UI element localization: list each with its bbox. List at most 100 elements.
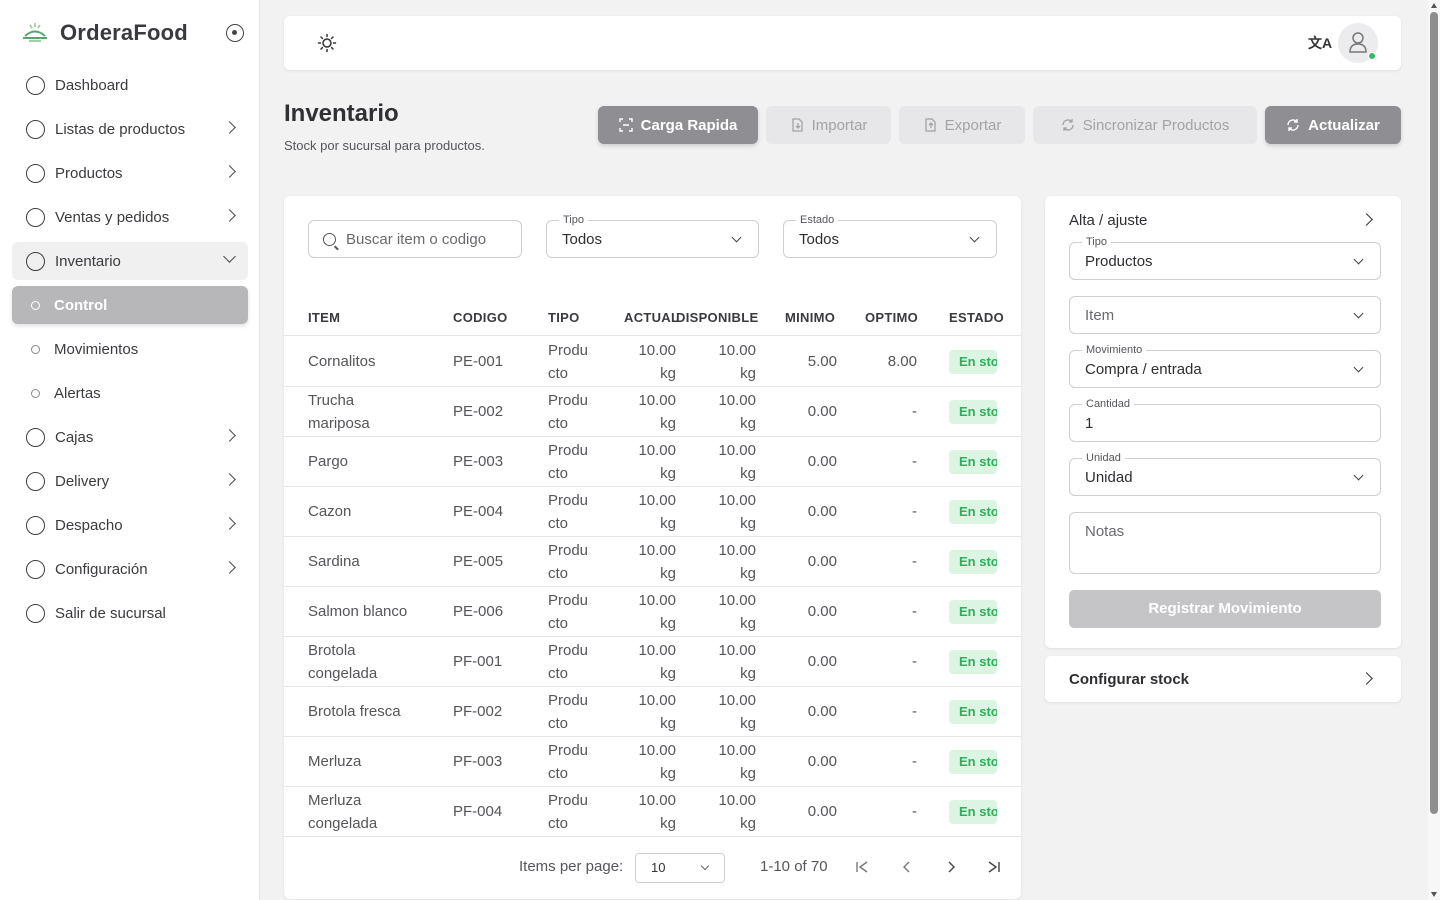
form-tipo-select[interactable]: Tipo Productos bbox=[1069, 236, 1381, 280]
table-row[interactable]: Brotola congelada PF-001 Produ cto 10.00 kg 10.… bbox=[284, 637, 1021, 687]
cell-disponible: 10.00 kg bbox=[704, 689, 756, 735]
sidebar-item-despacho[interactable]: Despacho bbox=[12, 506, 248, 544]
sidebar-item-label: Movimientos bbox=[54, 340, 139, 358]
configurar-stock-title[interactable]: Configurar stock bbox=[1069, 671, 1189, 688]
search-input[interactable]: Buscar item o codigo bbox=[308, 220, 522, 258]
cell-item: Salmon blanco bbox=[308, 600, 438, 623]
cell-tipo: Produ cto bbox=[548, 789, 598, 835]
sidebar-nav: Dashboard Listas de productos Productos Ven… bbox=[12, 66, 248, 638]
table-row[interactable]: Brotola fresca PF-002 Produ cto 10.00 kg 10.00… bbox=[284, 687, 1021, 737]
sidebar-item-movimientos[interactable]: Movimientos bbox=[12, 330, 248, 368]
registrar-movimiento-button[interactable]: Registrar Movimiento bbox=[1069, 590, 1381, 628]
sincronizar-label: Sincronizar Productos bbox=[1082, 116, 1230, 134]
cell-optimo: - bbox=[912, 603, 917, 620]
cell-line: cto bbox=[548, 415, 569, 432]
sync-icon bbox=[1061, 119, 1074, 131]
cell-actual: 10.00 kg bbox=[624, 339, 676, 385]
cell-minimo: 0.00 bbox=[807, 803, 837, 820]
cell-tipo: Produ cto bbox=[548, 689, 598, 735]
col-actual[interactable]: ACTUAL bbox=[624, 310, 679, 325]
brand[interactable]: OrderaFood bbox=[20, 18, 188, 48]
page-scrollbar[interactable] bbox=[1428, 0, 1440, 900]
table-row[interactable]: Cazon PE-004 Produ cto 10.00 kg 10.00 kg 0.00 - En… bbox=[284, 487, 1021, 537]
last-page-icon[interactable] bbox=[985, 858, 1003, 876]
cell-line: Produ bbox=[548, 342, 589, 359]
next-page-icon[interactable] bbox=[942, 858, 960, 876]
scroll-up-icon[interactable] bbox=[1431, 3, 1437, 8]
search-icon bbox=[323, 232, 336, 246]
col-codigo[interactable]: CODIGO bbox=[453, 310, 508, 325]
cell-line: 10.00 bbox=[718, 492, 756, 509]
cell-actual: 10.00 kg bbox=[624, 489, 676, 535]
actualizar-button[interactable]: Actualizar bbox=[1265, 106, 1401, 144]
scrollbar-thumb[interactable] bbox=[1430, 12, 1438, 814]
sidebar-item-alertas[interactable]: Alertas bbox=[12, 374, 248, 412]
col-minimo[interactable]: MINIMO bbox=[785, 310, 835, 325]
col-tipo[interactable]: TIPO bbox=[548, 310, 580, 325]
form-notas-textarea[interactable]: Notas bbox=[1069, 512, 1381, 574]
cell-line: kg bbox=[740, 765, 756, 782]
scroll-down-icon[interactable] bbox=[1431, 892, 1437, 897]
pin-sidebar-icon[interactable] bbox=[226, 24, 244, 42]
cell-minimo: 0.00 bbox=[807, 653, 837, 670]
cell-line: 10.00 bbox=[638, 542, 676, 559]
estado-filter-select[interactable]: Estado Todos bbox=[783, 214, 997, 258]
translate-icon[interactable]: 文A bbox=[1308, 33, 1332, 53]
carga-rapida-label: Carga Rapida bbox=[640, 116, 738, 134]
table-row[interactable]: Pargo PE-003 Produ cto 10.00 kg 10.00 kg 0.00 - En… bbox=[284, 437, 1021, 487]
cell-line: Produ bbox=[548, 542, 589, 559]
sidebar-item-ventas-y-pedidos[interactable]: Ventas y pedidos bbox=[12, 198, 248, 236]
chevron-right-icon bbox=[223, 517, 236, 530]
alta-ajuste-title[interactable]: Alta / ajuste bbox=[1069, 212, 1147, 229]
sidebar-item-cajas[interactable]: Cajas bbox=[12, 418, 248, 456]
sidebar-item-salir-de-sucursal[interactable]: Salir de sucursal bbox=[12, 594, 248, 632]
sidebar-item-delivery[interactable]: Delivery bbox=[12, 462, 248, 500]
sun-icon[interactable] bbox=[317, 33, 337, 53]
configurar-stock-panel[interactable]: Configurar stock bbox=[1045, 656, 1401, 702]
cell-line: kg bbox=[740, 365, 756, 382]
col-optimo[interactable]: OPTIMO bbox=[865, 310, 918, 325]
first-page-icon[interactable] bbox=[853, 858, 871, 876]
form-item-select[interactable]: Item bbox=[1069, 296, 1381, 334]
table-row[interactable]: Merluza PF-003 Produ cto 10.00 kg 10.00 kg 0.00 -… bbox=[284, 737, 1021, 787]
chevron-right-icon[interactable] bbox=[1360, 672, 1373, 685]
previous-page-icon[interactable] bbox=[898, 858, 916, 876]
sidebar-item-productos[interactable]: Productos bbox=[12, 154, 248, 192]
cell-line: kg bbox=[740, 465, 756, 482]
avatar[interactable] bbox=[1338, 23, 1378, 63]
sincronizar-productos-button[interactable]: Sincronizar Productos bbox=[1033, 106, 1257, 144]
sidebar-item-label: Control bbox=[54, 296, 108, 314]
sidebar-item-inventario[interactable]: Inventario bbox=[12, 242, 248, 280]
estado-filter-value: Todos bbox=[799, 230, 840, 248]
table-row[interactable]: Trucha mariposa PE-002 Produ cto 10.00 kg 10.00… bbox=[284, 387, 1021, 437]
sidebar-item-listas-de-productos[interactable]: Listas de productos bbox=[12, 110, 248, 148]
chevron-right-icon bbox=[223, 165, 236, 178]
form-unidad-select[interactable]: Unidad Unidad bbox=[1069, 452, 1381, 496]
form-movimiento-select[interactable]: Movimiento Compra / entrada bbox=[1069, 344, 1381, 388]
circle-icon bbox=[26, 471, 45, 491]
table-row[interactable]: Cornalitos PE-001 Produ cto 10.00 kg 10.00 kg 5.… bbox=[284, 337, 1021, 387]
status-badge: En stock bbox=[949, 450, 997, 474]
cell-line: 10.00 bbox=[718, 792, 756, 809]
col-disponible[interactable]: DISPONIBLE bbox=[676, 310, 758, 325]
table-row[interactable]: Salmon blanco PE-006 Produ cto 10.00 kg 10.00 k… bbox=[284, 587, 1021, 637]
tipo-filter-select[interactable]: Tipo Todos bbox=[546, 214, 759, 258]
form-cantidad-input[interactable]: Cantidad 1 bbox=[1069, 398, 1381, 442]
importar-button[interactable]: Importar bbox=[766, 106, 891, 144]
circle-icon bbox=[26, 427, 45, 447]
col-item[interactable]: ITEM bbox=[308, 310, 340, 325]
sidebar-item-dashboard[interactable]: Dashboard bbox=[12, 66, 248, 104]
items-per-page-select[interactable]: 10 bbox=[635, 853, 725, 883]
cell-line: kg bbox=[660, 715, 676, 732]
sidebar-item-control[interactable]: Control bbox=[12, 286, 248, 324]
sidebar-item-configuracion[interactable]: Configuración bbox=[12, 550, 248, 588]
table-row[interactable]: Sardina PE-005 Produ cto 10.00 kg 10.00 kg 0.00 -… bbox=[284, 537, 1021, 587]
col-estado[interactable]: ESTADO bbox=[949, 310, 1004, 325]
table-row[interactable]: Merluza congelada PF-004 Produ cto 10.00 kg 10.… bbox=[284, 787, 1021, 837]
cell-line: congelada bbox=[308, 665, 378, 682]
exportar-button[interactable]: Exportar bbox=[899, 106, 1025, 144]
chevron-right-icon[interactable] bbox=[1360, 213, 1373, 226]
carga-rapida-button[interactable]: Carga Rapida bbox=[598, 106, 758, 144]
table-header: ITEM CODIGO TIPO ACTUAL DISPONIBLE MINIM… bbox=[284, 300, 1021, 336]
page-subtitle: Stock por sucursal para productos. bbox=[284, 138, 485, 153]
